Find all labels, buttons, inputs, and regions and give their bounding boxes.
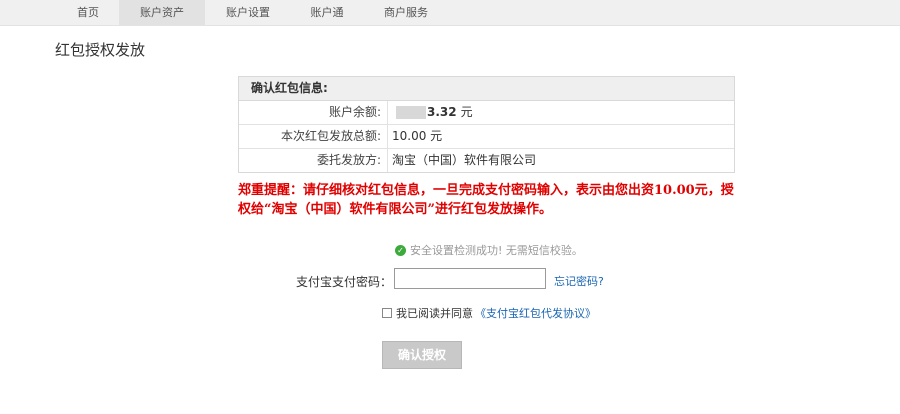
balance-label: 账户余额:	[239, 101, 388, 124]
balance-value-cell: 3.32 元	[388, 101, 473, 124]
agreement-text: 我已阅读并同意	[396, 307, 473, 320]
info-table-header: 确认红包信息:	[239, 77, 734, 101]
page-title: 红包授权发放	[55, 41, 146, 59]
total-value: 10.00 元	[392, 129, 443, 143]
payment-password-input[interactable]	[394, 268, 546, 289]
warning-notice: 郑重提醒：请仔细核对红包信息，一旦完成支付密码输入，表示由您出资10.00元，授…	[238, 183, 734, 217]
security-status: ✓ 安全设置检测成功! 无需短信校验。	[395, 242, 583, 258]
check-circle-icon: ✓	[395, 244, 406, 256]
nav-item-account-settings[interactable]: 账户设置	[210, 0, 286, 25]
balance-row: 账户余额: 3.32 元	[239, 101, 734, 125]
password-label: 支付宝支付密码：	[296, 275, 393, 289]
forgot-password-link[interactable]: 忘记密码?	[554, 273, 604, 289]
agreement-link[interactable]: 《支付宝红包代发协议》	[475, 305, 596, 321]
delegator-row: 委托发放方: 淘宝（中国）软件有限公司	[239, 149, 734, 172]
balance-unit: 元	[460, 105, 473, 119]
total-label: 本次红包发放总额:	[239, 125, 388, 148]
nav-item-merchant-services[interactable]: 商户服务	[368, 0, 444, 25]
masked-balance	[396, 106, 426, 119]
delegator-value: 淘宝（中国）软件有限公司	[392, 153, 537, 167]
delegator-label: 委托发放方:	[239, 149, 388, 172]
security-status-text: 安全设置检测成功! 无需短信校验。	[410, 244, 583, 257]
nav-item-account-assets[interactable]: 账户资产	[119, 0, 205, 25]
top-navigation: 首页 账户资产 账户设置 账户通 商户服务	[0, 0, 900, 26]
nav-item-home[interactable]: 首页	[62, 0, 114, 25]
agreement-row: 我已阅读并同意 《支付宝红包代发协议》	[382, 305, 596, 321]
agreement-checkbox[interactable]	[382, 308, 392, 318]
red-packet-info-table: 确认红包信息: 账户余额: 3.32 元 本次红包发放总额: 10.00 元 委…	[238, 76, 735, 173]
total-row: 本次红包发放总额: 10.00 元	[239, 125, 734, 149]
confirm-authorize-button[interactable]: 确认授权	[382, 341, 462, 369]
balance-value: 3.32	[427, 105, 457, 119]
nav-item-account-link[interactable]: 账户通	[296, 0, 358, 25]
